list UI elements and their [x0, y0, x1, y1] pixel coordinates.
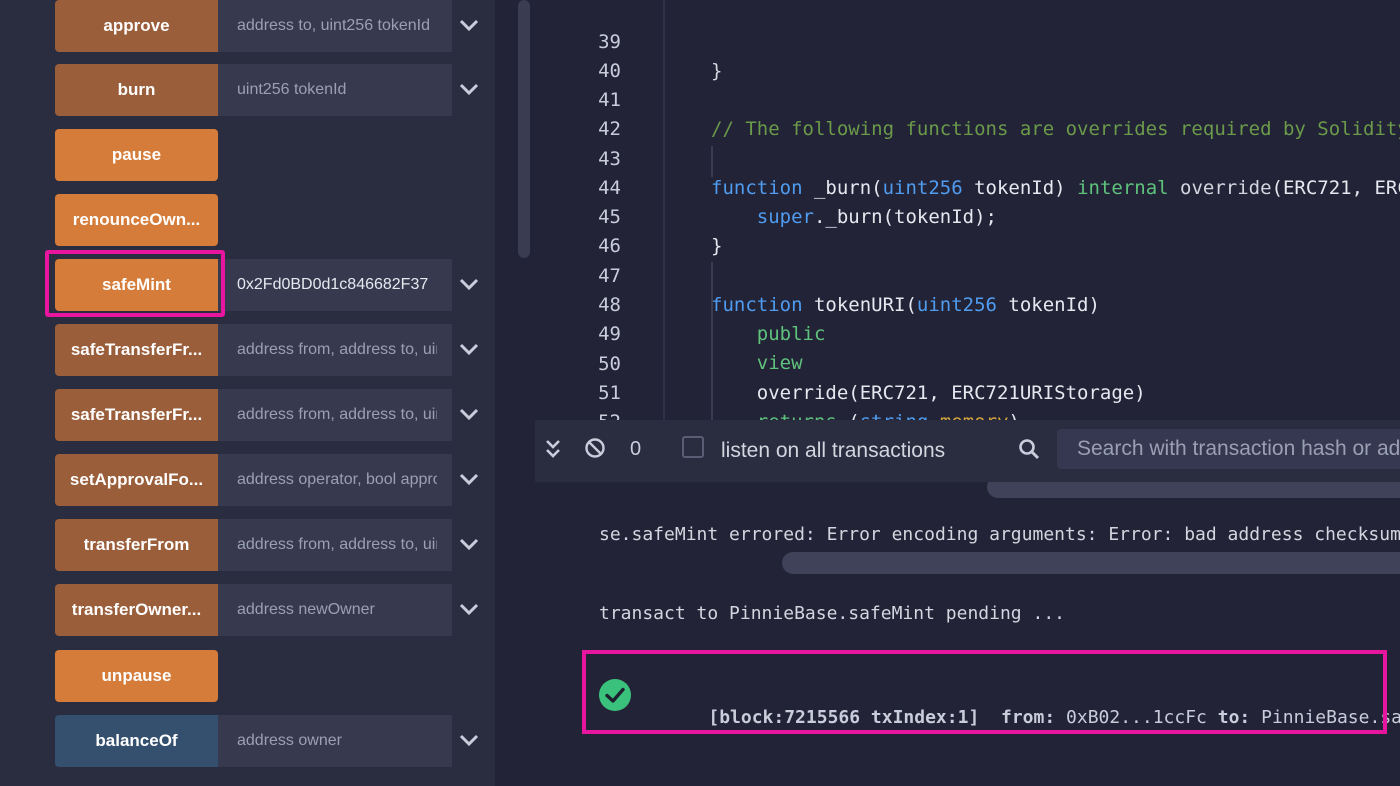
panel-edge — [0, 0, 38, 786]
function-button-label: balanceOf — [95, 731, 178, 750]
function-button[interactable]: unpause — [55, 650, 218, 702]
code-line: 43 function _burn(uint256 tokenId) inter… — [535, 116, 1400, 199]
chevron-down-icon[interactable] — [455, 598, 483, 622]
code-line: 42 — [535, 86, 1400, 140]
log-horizontal-scrollbar[interactable] — [782, 552, 1400, 574]
code-line: 40 — [535, 28, 1400, 82]
terminal-output: se.safeMint errored: Error encoding argu… — [535, 482, 1400, 786]
function-button-label: pause — [111, 145, 162, 164]
function-button-label: safeTransferFr... — [70, 405, 203, 424]
chevron-down-icon[interactable] — [455, 273, 483, 297]
function-button[interactable]: pause — [55, 129, 218, 181]
pending-tx-count: 0 — [630, 438, 642, 460]
safemint-highlight-box — [45, 250, 225, 317]
code-line: 51 returns (string memory) — [535, 350, 1400, 420]
function-button-label: setApprovalFo... — [69, 470, 204, 489]
function-button-label: burn — [117, 80, 156, 99]
code-line: 44 super._burn(tokenId); — [535, 145, 1400, 228]
function-button[interactable]: transferFrom — [55, 519, 218, 571]
tx-highlight-box — [582, 650, 1387, 734]
chevron-down-icon[interactable] — [455, 468, 483, 492]
function-args-placeholder: address owner — [237, 732, 342, 749]
code-line: 47 function tokenURI(uint256 tokenId) — [535, 233, 1400, 316]
code-line: 48 public — [535, 262, 1400, 345]
function-args-placeholder: address from, address to, uint256 — [237, 536, 437, 553]
function-button-label: unpause — [101, 666, 172, 685]
function-args-input[interactable]: address from, address to, uint256 — [218, 519, 452, 571]
function-button-label: safeTransferFr... — [70, 340, 203, 359]
function-button-label: approve — [103, 16, 170, 35]
clear-console-icon[interactable] — [584, 437, 606, 464]
chevron-down-icon[interactable] — [455, 729, 483, 753]
code-line: 46 — [535, 203, 1400, 257]
tx-search-input[interactable]: Search with transaction hash or address — [1057, 429, 1400, 469]
search-icon[interactable] — [1018, 438, 1040, 465]
terminal-scrollbar[interactable] — [987, 482, 1400, 498]
function-args-input[interactable]: address newOwner — [218, 584, 452, 636]
function-args-input[interactable]: address from, address to, uint256 — [218, 324, 452, 376]
function-args-placeholder: address from, address to, uint256 — [237, 341, 437, 358]
function-args-value: 0x2Fd0BD0d1c846682F37 — [237, 276, 429, 293]
collapse-terminal-icon[interactable] — [543, 438, 563, 465]
function-args-input[interactable]: address owner — [218, 715, 452, 767]
function-button[interactable]: approve — [55, 0, 218, 52]
function-button[interactable]: safeTransferFr... — [55, 389, 218, 441]
code-editor[interactable]: 39 } 40 41 // The following functions ar… — [535, 0, 1400, 420]
function-args-input[interactable]: address to, uint256 tokenId — [218, 0, 452, 52]
function-args-placeholder: uint256 tokenId — [237, 81, 347, 98]
left-scrollbar[interactable] — [518, 0, 530, 258]
function-args-placeholder: address to, uint256 tokenId — [237, 17, 431, 34]
code-line: 49 view — [535, 291, 1400, 374]
function-button-label: renounceOwn... — [72, 210, 201, 229]
function-button-label: transferOwner... — [71, 600, 202, 619]
function-button[interactable]: setApprovalFo... — [55, 454, 218, 506]
function-button[interactable]: balanceOf — [55, 715, 218, 767]
function-args-placeholder: address operator, bool approved — [237, 471, 437, 488]
code-line: 41 // The following functions are overri… — [535, 57, 1400, 140]
pending-log-line: transact to PinnieBase.safeMint pending … — [599, 603, 1065, 624]
function-args-input[interactable]: uint256 tokenId — [218, 64, 452, 116]
function-args-input[interactable]: 0x2Fd0BD0d1c846682F37 — [218, 259, 452, 311]
function-button[interactable]: transferOwner... — [55, 584, 218, 636]
function-button[interactable]: burn — [55, 64, 218, 116]
function-args-input[interactable]: address operator, bool approved — [218, 454, 452, 506]
chevron-down-icon[interactable] — [455, 78, 483, 102]
chevron-down-icon[interactable] — [455, 403, 483, 427]
listen-all-checkbox[interactable] — [682, 436, 704, 458]
function-button[interactable]: safeTransferFr... — [55, 324, 218, 376]
code-line: 39 } — [535, 0, 1400, 82]
listen-all-label: listen on all transactions — [721, 439, 946, 462]
code-line: 52 { — [535, 379, 1400, 420]
function-args-placeholder: address from, address to, uint256 — [237, 406, 437, 423]
function-button-label: transferFrom — [83, 535, 190, 554]
function-button[interactable]: renounceOwn... — [55, 194, 218, 246]
error-log-line: se.safeMint errored: Error encoding argu… — [599, 524, 1400, 545]
chevron-down-icon[interactable] — [455, 338, 483, 362]
code-line: 45 } — [535, 174, 1400, 257]
function-args-placeholder: address newOwner — [237, 601, 375, 618]
code-line: 53 return super.tokenURI(tokenId); — [535, 408, 1400, 420]
terminal-toolbar: 0 listen on all transactions Search with… — [535, 420, 1400, 482]
code-line: 50 override(ERC721, ERC721URIStorage) — [535, 321, 1400, 404]
function-args-input[interactable]: address from, address to, uint256 — [218, 389, 452, 441]
chevron-down-icon[interactable] — [455, 533, 483, 557]
chevron-down-icon[interactable] — [455, 14, 483, 38]
